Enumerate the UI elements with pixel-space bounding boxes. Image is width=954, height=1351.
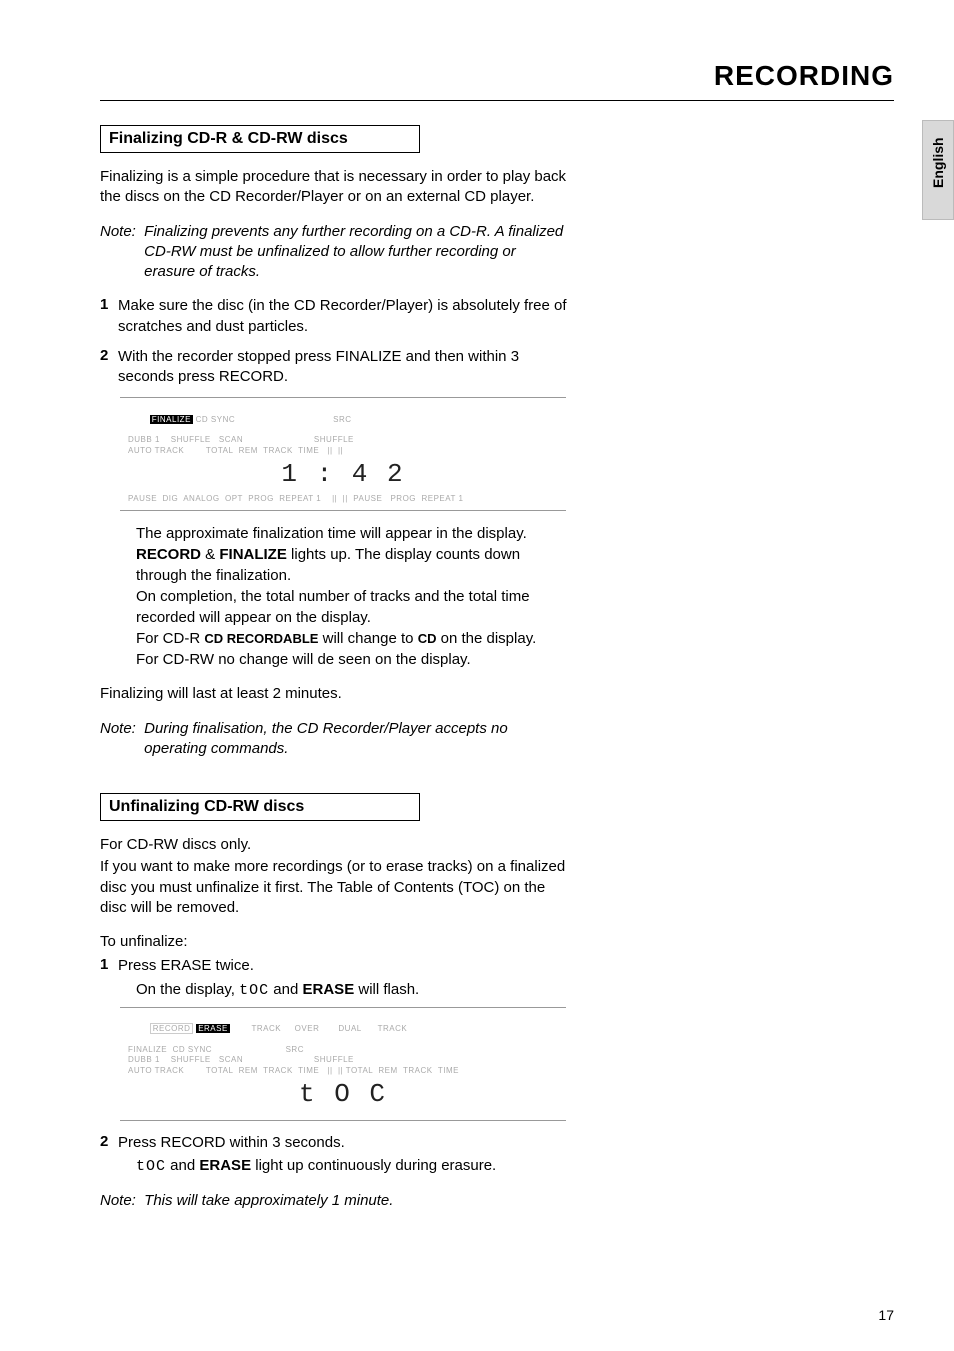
sub-post: will flash. — [354, 981, 419, 998]
section2-note: Note: This will take approximately 1 min… — [100, 1191, 570, 1211]
language-tab-label: English — [930, 158, 946, 188]
language-tab: English — [922, 120, 954, 220]
step-text: Press RECORD within 3 seconds. — [118, 1133, 570, 1153]
display-row5: PAUSE DIG ANALOG OPT PROG REPEAT 1 || ||… — [128, 494, 558, 504]
section2-step1: 1 Press ERASE twice. — [100, 956, 570, 976]
line4-mid: will change to — [318, 630, 417, 647]
note-body: During finalisation, the CD Recorder/Pla… — [144, 719, 564, 760]
step-text: With the recorder stopped press FINALIZE… — [118, 347, 570, 388]
display2-row4: AUTO TRACK TOTAL REM TRACK TIME || || TO… — [128, 1066, 558, 1076]
followup-line5: For CD-RW no change will de seen on the … — [136, 649, 570, 670]
toc-seg: tOC — [239, 982, 269, 999]
note-label: Note: — [100, 222, 140, 242]
section1-note2: Note: During finalisation, the CD Record… — [100, 719, 570, 760]
sub-pre: On the display, — [136, 981, 239, 998]
followup-line3: On completion, the total number of track… — [136, 586, 570, 628]
step-number: 2 — [100, 347, 118, 388]
section2-intro2: If you want to make more recordings (or … — [100, 857, 570, 918]
followup-line1: The approximate finalization time will a… — [136, 523, 570, 544]
line4-post: on the display. — [436, 630, 536, 647]
lcd-display-panel-2: RECORD ERASE TRACK OVER DUAL TRACK FINAL… — [120, 1007, 566, 1121]
record-bold: RECORD — [136, 546, 201, 563]
section1-followup: The approximate finalization time will a… — [136, 523, 570, 670]
cd-sc: CD — [418, 631, 437, 646]
step-1: 1 Make sure the disc (in the CD Recorder… — [100, 296, 570, 337]
cd-recordable-sc: CD RECORDABLE — [204, 631, 318, 646]
finalize-bold: FINALIZE — [219, 546, 287, 563]
note-body: This will take approximately 1 minute. — [144, 1191, 393, 1211]
section2-step2: 2 Press RECORD within 3 seconds. — [100, 1133, 570, 1153]
toc-seg: tOC — [136, 1158, 166, 1175]
sub-mid: and — [166, 1157, 199, 1174]
section2-intro1: For CD-RW discs only. — [100, 835, 570, 855]
step-number: 2 — [100, 1133, 118, 1153]
section2-step1-sub: On the display, tOC and ERASE will flash… — [136, 979, 570, 1001]
display2-time: t O C — [128, 1078, 558, 1112]
step-text: Make sure the disc (in the CD Recorder/P… — [118, 296, 570, 337]
amp: & — [201, 546, 219, 563]
sub-mid: and — [269, 981, 302, 998]
page-number: 17 — [878, 1307, 894, 1323]
step-number: 1 — [100, 296, 118, 337]
header-rule — [100, 100, 894, 101]
step-2: 2 With the recorder stopped press FINALI… — [100, 347, 570, 388]
step-text: Press ERASE twice. — [118, 956, 570, 976]
display-record-box: RECORD — [150, 1023, 194, 1034]
step-number: 1 — [100, 956, 118, 976]
note-body: Finalizing prevents any further recordin… — [144, 222, 564, 283]
display-erase-indicator: ERASE — [196, 1024, 230, 1033]
section-title-unfinalizing: Unfinalizing CD-RW discs — [100, 793, 420, 821]
display2-row1-rest: TRACK OVER DUAL TRACK — [230, 1024, 407, 1033]
display-row1-rest: CD SYNC SRC — [193, 415, 352, 424]
display-time: 1 : 4 2 — [128, 458, 558, 492]
followup-line2: RECORD & FINALIZE lights up. The display… — [136, 544, 570, 586]
display2-row3: DUBB 1 SHUFFLE SCAN SHUFFLE — [128, 1055, 558, 1065]
note-label: Note: — [100, 1191, 140, 1211]
display2-row2: FINALIZE CD SYNC SRC — [128, 1045, 558, 1055]
display-row3: AUTO TRACK TOTAL REM TRACK TIME || || — [128, 446, 558, 456]
erase-bold: ERASE — [199, 1157, 251, 1174]
section1-note: Note: Finalizing prevents any further re… — [100, 222, 570, 283]
section2-step2-sub: tOC and ERASE light up continuously duri… — [136, 1155, 570, 1177]
followup-line4: For CD-R CD RECORDABLE will change to CD… — [136, 628, 570, 649]
unfinalize-label: To unfinalize: — [100, 932, 570, 952]
section1-intro: Finalizing is a simple procedure that is… — [100, 167, 570, 208]
display-row2: DUBB 1 SHUFFLE SCAN SHUFFLE — [128, 435, 558, 445]
erase-bold: ERASE — [303, 981, 355, 998]
section-title-finalizing: Finalizing CD-R & CD-RW discs — [100, 125, 420, 153]
line4-pre: For CD-R — [136, 630, 204, 647]
sub-post: light up continuously during erasure. — [251, 1157, 496, 1174]
lcd-display-panel-1: FINALIZE CD SYNC SRC DUBB 1 SHUFFLE SCAN… — [120, 397, 566, 511]
page-header-title: RECORDING — [100, 60, 894, 92]
section1-closing: Finalizing will last at least 2 minutes. — [100, 684, 570, 704]
display-finalize-indicator: FINALIZE — [150, 415, 193, 424]
note-label: Note: — [100, 719, 140, 739]
